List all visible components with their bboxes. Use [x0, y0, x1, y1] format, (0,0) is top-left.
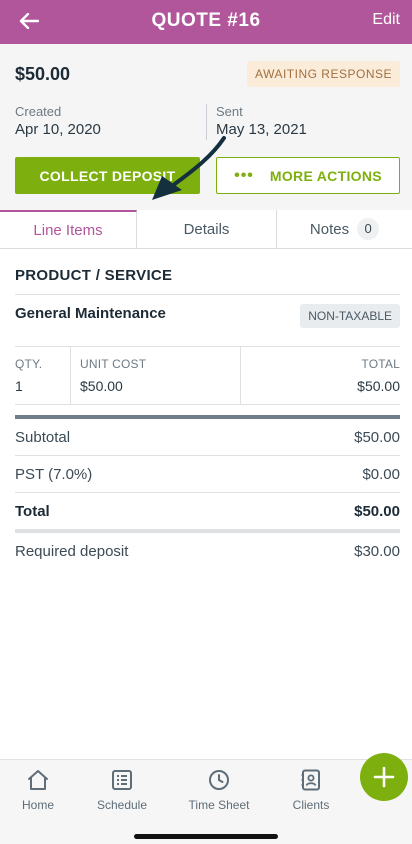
unit-cost-column: UNIT COST $50.00 — [71, 347, 241, 404]
nav-schedule-label: Schedule — [96, 798, 148, 812]
subtotal-label: Subtotal — [15, 428, 71, 446]
tab-bar: Line Items Details Notes 0 — [0, 210, 412, 249]
product-service-heading: PRODUCT / SERVICE — [15, 267, 173, 284]
page-title: QUOTE #16 — [151, 10, 261, 31]
required-deposit-value: $30.00 — [354, 542, 400, 560]
plus-icon — [373, 766, 395, 788]
nav-time-sheet[interactable]: Time Sheet — [179, 768, 259, 812]
required-deposit-row: Required deposit $30.00 — [15, 533, 400, 569]
sent-label: Sent — [216, 104, 243, 119]
sent-date: May 13, 2021 — [216, 121, 307, 138]
subtotal-value: $50.00 — [354, 428, 400, 446]
nav-clients-label: Clients — [292, 798, 330, 812]
tax-badge: NON-TAXABLE — [300, 304, 400, 328]
quote-summary: $50.00 AWAITING RESPONSE Created Apr 10,… — [0, 44, 412, 210]
tab-notes-label: Notes — [309, 220, 350, 238]
arrow-left-icon — [19, 13, 39, 29]
nav-home-label: Home — [21, 798, 54, 812]
required-deposit-label: Required deposit — [15, 542, 129, 560]
more-actions-label: MORE ACTIONS — [269, 167, 382, 184]
divider — [15, 294, 400, 295]
sent-info: Sent May 13, 2021 — [216, 104, 307, 138]
schedule-icon — [112, 770, 132, 790]
edit-button[interactable]: Edit — [372, 11, 400, 29]
created-info: Created Apr 10, 2020 — [15, 104, 101, 138]
tax-row: PST (7.0%) $0.00 — [15, 456, 400, 492]
total-value: $50.00 — [357, 378, 400, 394]
total-label: Total — [15, 502, 50, 520]
unit-cost-header: UNIT COST — [80, 357, 147, 371]
total-amount: $50.00 — [354, 502, 400, 520]
nav-clients[interactable]: Clients — [271, 768, 351, 812]
more-actions-button[interactable]: ••• MORE ACTIONS — [216, 157, 400, 194]
line-item-table: QTY. 1 UNIT COST $50.00 TOTAL $50.00 — [15, 346, 400, 405]
add-button[interactable] — [360, 753, 408, 801]
collect-deposit-button[interactable]: COLLECT DEPOSIT — [15, 157, 200, 194]
total-column: TOTAL $50.00 — [241, 347, 400, 404]
nav-home[interactable]: Home — [0, 768, 78, 812]
created-label: Created — [15, 104, 62, 119]
home-icon — [28, 770, 48, 790]
tax-label: PST (7.0%) — [15, 465, 93, 483]
tab-notes[interactable]: Notes 0 — [277, 210, 412, 248]
status-badge: AWAITING RESPONSE — [247, 61, 400, 87]
bottom-navigation: Home Schedule Time Sheet Clients — [0, 759, 412, 844]
qty-header: QTY. — [15, 357, 43, 371]
home-indicator — [134, 834, 278, 839]
total-row: Total $50.00 — [15, 493, 400, 529]
meta-divider — [206, 104, 207, 140]
tab-details[interactable]: Details — [137, 210, 277, 248]
tax-value: $0.00 — [362, 465, 400, 483]
clock-icon — [209, 770, 229, 790]
top-app-bar: QUOTE #16 Edit — [0, 0, 412, 44]
subtotal-row: Subtotal $50.00 — [15, 419, 400, 455]
qty-value: 1 — [15, 378, 23, 394]
created-date: Apr 10, 2020 — [15, 121, 101, 138]
nav-schedule[interactable]: Schedule — [82, 768, 162, 812]
nav-time-sheet-label: Time Sheet — [188, 798, 250, 812]
tab-line-items[interactable]: Line Items — [0, 210, 137, 248]
unit-cost-value: $50.00 — [80, 378, 123, 394]
qty-column: QTY. 1 — [15, 347, 71, 404]
contacts-icon — [301, 769, 320, 791]
quote-amount: $50.00 — [15, 64, 71, 84]
notes-count-badge: 0 — [357, 218, 380, 240]
back-button[interactable] — [14, 6, 44, 36]
total-header: TOTAL — [361, 357, 400, 371]
more-dots-icon: ••• — [234, 166, 254, 184]
